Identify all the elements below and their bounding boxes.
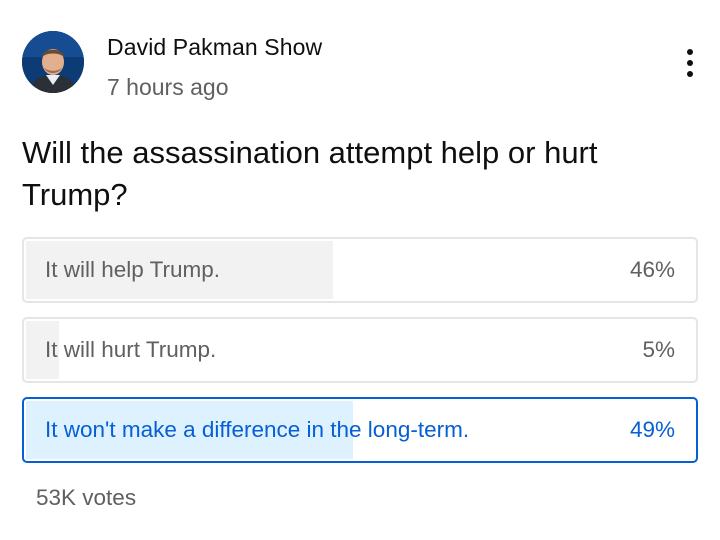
poll-option-percent: 46% — [629, 257, 675, 282]
poll-option-label: It will help Trump. — [45, 257, 221, 282]
poll-option-percent: 49% — [629, 417, 675, 442]
more-options-button[interactable] — [678, 44, 702, 82]
post-header: David Pakman Show 7 hours ago — [22, 30, 702, 100]
vote-count: 53K votes — [36, 485, 137, 510]
channel-avatar[interactable] — [22, 31, 84, 93]
poll-option-help[interactable]: It will help Trump. 46% — [22, 237, 698, 303]
poll-option-hurt[interactable]: It will hurt Trump. 5% — [22, 317, 698, 383]
poll-question: Will the assassination attempt help or h… — [22, 135, 598, 212]
avatar-photo-icon — [22, 31, 84, 93]
poll-option-label: It won't make a difference in the long-t… — [45, 417, 470, 442]
poll-option-no-difference[interactable]: It won't make a difference in the long-t… — [22, 397, 698, 463]
poll-option-label: It will hurt Trump. — [45, 337, 217, 362]
post-timestamp: 7 hours ago — [107, 74, 229, 100]
poll-option-percent: 5% — [642, 337, 675, 362]
channel-name[interactable]: David Pakman Show — [107, 34, 322, 61]
